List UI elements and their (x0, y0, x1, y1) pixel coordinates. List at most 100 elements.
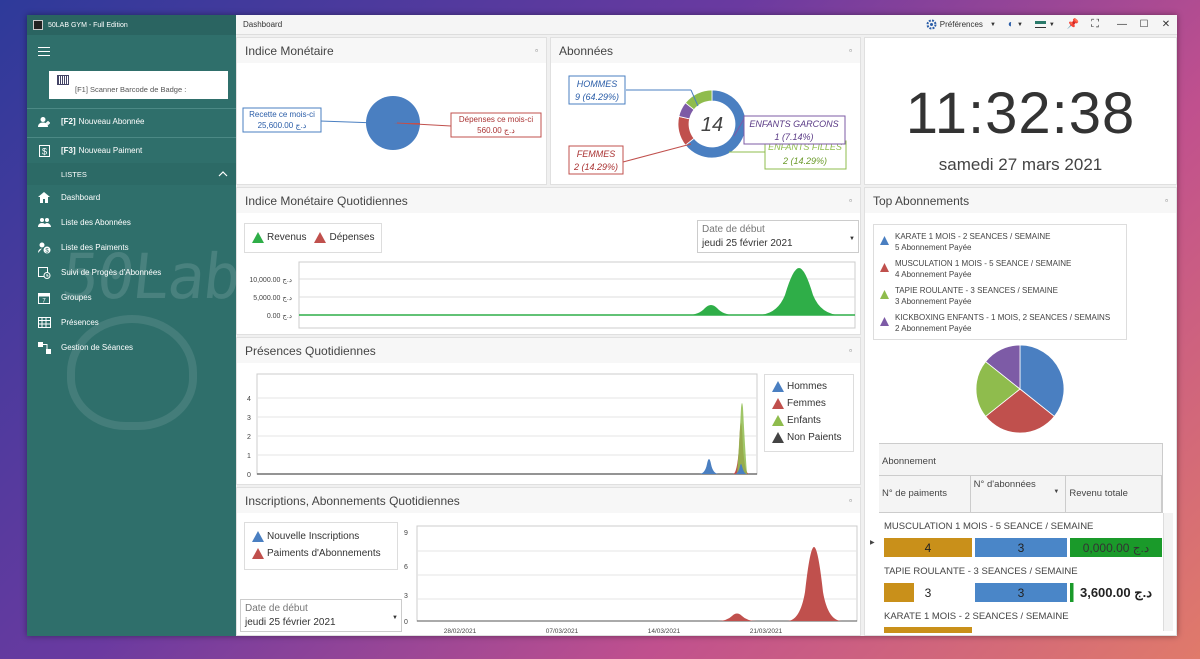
layout-button[interactable]: ▼ (1034, 21, 1055, 28)
y-tick: 0 (247, 472, 251, 478)
sidebar-item-members[interactable]: Liste des Abonnées (27, 210, 236, 235)
donut-total: 14 (701, 114, 723, 136)
panel-title: Inscriptions, Abonnements Quotidiennes (245, 493, 460, 508)
close-button[interactable]: ✕ (1155, 19, 1177, 30)
subscriptions-table: Abonnement N° de paiments N° d'abonnées ▼… (865, 443, 1175, 633)
col-header-paiments[interactable]: N° de paiments (879, 476, 971, 512)
x-tick: 28/02/2021 (444, 628, 477, 635)
new-member-button[interactable]: [F2] Nouveau Abonnée (27, 109, 236, 134)
fullscreen-button[interactable]: ⛶ (1091, 18, 1099, 31)
legend-non-paients: Non Paients (772, 429, 846, 446)
badge-scanner-input[interactable]: [F1] Scanner Barcode de Badge : (49, 71, 228, 99)
table-group-band: Abonnement (879, 443, 1163, 476)
fullscreen-icon: ⛶ (1091, 18, 1099, 30)
start-date-picker[interactable]: Date de début jeudi 25 février 2021 ▼ (697, 220, 859, 253)
depenses-value: 560.00 د.ج (477, 126, 515, 135)
hommes-peak-1 (699, 459, 719, 474)
garcons-value: 1 (7.14%) (774, 132, 813, 142)
list-item: KICKBOXING ENFANTS - 1 MOIS, 2 SEANCES /… (880, 312, 1120, 334)
sidebar-item-label: Liste des Abonnées (61, 218, 131, 227)
legend-hommes: Hommes (772, 378, 846, 395)
y-tick: 1 (247, 453, 251, 460)
progress-cell-paiments: 3 (884, 583, 972, 602)
maximize-button[interactable]: ☐ (1133, 19, 1155, 30)
progress-cell-abonnees: 3 (975, 538, 1067, 557)
home-icon (37, 191, 51, 204)
table-row[interactable]: KARATE 1 MOIS - 2 SEANCES / SEMAINE (879, 605, 1163, 627)
members-donut-chart: 14 HOMMES 9 (64.29%) FEMMES 2 (14.29%) E… (568, 75, 847, 175)
list-item: MUSCULATION 1 MOIS - 5 SEANCE / SEMAINE 4… (880, 258, 1120, 280)
col-header-revenu[interactable]: Revenu totale (1066, 476, 1162, 512)
panel-subscriptions-daily: Inscriptions, Abonnements Quotidiennes ▫ … (236, 487, 861, 636)
maximize-panel-icon[interactable]: ▫ (849, 46, 852, 55)
y-tick: 3 (404, 593, 408, 600)
x-tick: 07/03/2021 (546, 628, 579, 635)
panel-clock: 11:32:38 samedi 27 mars 2021 (864, 37, 1177, 185)
watermark-logo: 50Lab (58, 240, 236, 313)
panel-title: Indice Monétaire (245, 43, 334, 58)
table-scrollbar[interactable] (1163, 513, 1173, 631)
femmes-value: 2 (14.29%) (573, 162, 618, 172)
hommes-value: 9 (64.29%) (575, 92, 619, 102)
new-payment-label: Nouveau Paiment (78, 146, 143, 155)
chevron-up-icon[interactable] (218, 170, 228, 179)
paiments-peak-1 (717, 613, 757, 621)
table-row[interactable]: MUSCULATION 1 MOIS - 5 SEANCE / SEMAINE (879, 515, 1163, 537)
lists-group-label: LISTES (61, 169, 87, 179)
sidebar-item-dashboard[interactable]: Dashboard (27, 185, 236, 210)
top-subscriptions-legend: KARATE 1 MOIS - 2 SEANCES / SEMAINE 5 Abo… (873, 224, 1127, 340)
progress-icon (37, 266, 51, 279)
attendance-legend: Hommes Femmes Enfants Non Paients (764, 374, 854, 452)
revenus-area-peak-1 (687, 305, 735, 315)
y-tick: 0.00 د.ج (267, 313, 292, 320)
legend-enfants: Enfants (772, 412, 846, 429)
maximize-panel-icon[interactable]: ▫ (535, 46, 538, 55)
panel-title: Présences Quotidiennes (245, 343, 376, 358)
start-date-picker-2[interactable]: Date de début jeudi 25 février 2021 ▼ (240, 599, 402, 632)
palette-icon: ◐ (1007, 19, 1014, 30)
app-window: 50Lab 50LAB GYM - Full Edition [F1] Scan… (27, 15, 1177, 636)
lists-group-header[interactable]: LISTES (27, 163, 236, 185)
app-title-bar: 50LAB GYM - Full Edition (27, 15, 236, 35)
start-date-label: Date de début (702, 224, 765, 235)
app-logo-icon (33, 20, 43, 30)
panel-title: Top Abonnements (873, 193, 970, 208)
preferences-label: Préférences (939, 20, 983, 29)
maximize-panel-icon[interactable]: ▫ (849, 496, 852, 505)
monetary-daily-chart: 10,000.00 د.ج 5,000.00 د.ج 0.00 د.ج (249, 261, 856, 329)
y-tick: 3 (247, 415, 251, 422)
legend-depenses: Dépenses (314, 229, 375, 246)
svg-text:$: $ (41, 146, 46, 156)
add-user-icon (37, 115, 51, 128)
new-member-key: [F2] (61, 117, 76, 126)
hamburger-menu-icon[interactable] (27, 35, 236, 67)
paiments-peak-2 (787, 547, 842, 621)
y-tick: 5,000.00 د.ج (253, 295, 292, 302)
panel-title: Abonnées (559, 43, 614, 58)
daily-money-legend: Revenus Dépenses (244, 223, 382, 253)
maximize-panel-icon[interactable]: ▫ (1165, 196, 1168, 205)
breadcrumb: Dashboard (243, 20, 283, 29)
pin-button[interactable]: 📌 (1067, 19, 1079, 30)
minimize-button[interactable]: — (1111, 19, 1133, 30)
users-icon (37, 216, 51, 229)
theme-button[interactable]: ◐ ▼ (1008, 19, 1023, 30)
clock-date: samedi 27 mars 2021 (938, 155, 1103, 174)
start-date-value: jeudi 25 février 2021 (702, 238, 793, 249)
panel-attendance-daily: Présences Quotidiennes ▫ Hommes Femmes En… (236, 337, 861, 485)
revenus-area-peak-2 (757, 268, 841, 315)
owl-logo-watermark (67, 315, 197, 430)
table-row-cells: 4 3 0,000.00 د.ج (879, 538, 1163, 558)
x-tick: 14/03/2021 (648, 628, 681, 635)
app-title: 50LAB GYM - Full Edition (48, 21, 128, 29)
table-row[interactable]: TAPIE ROULANTE - 3 SEANCES / SEMAINE (879, 560, 1163, 582)
legend-paiments-abonnements: Paiments d'Abonnements (252, 545, 390, 562)
new-payment-button[interactable]: $ [F3] Nouveau Paiment (27, 138, 236, 163)
preferences-button[interactable]: Préférences ▼ (926, 19, 996, 30)
col-header-abonnees[interactable]: N° d'abonnées ▼ (971, 476, 1067, 512)
maximize-panel-icon[interactable]: ▫ (849, 196, 852, 205)
maximize-panel-icon[interactable]: ▫ (849, 346, 852, 355)
progress-cell-paiments: 4 (884, 538, 972, 557)
top-subscriptions-pie (975, 344, 1065, 434)
dollar-icon: $ (37, 144, 51, 157)
